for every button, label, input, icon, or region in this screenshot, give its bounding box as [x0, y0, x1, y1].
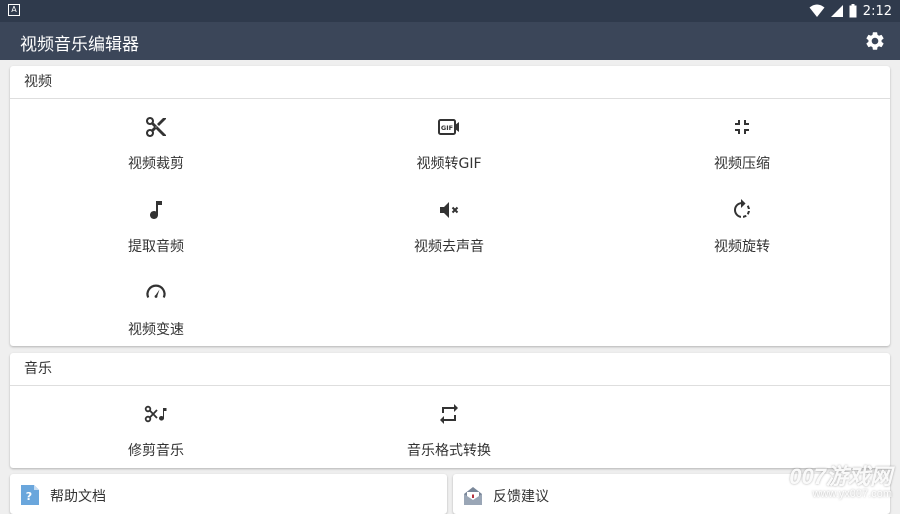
tool-label: 视频裁剪	[128, 156, 184, 172]
help-document-icon: ?	[21, 485, 39, 505]
tool-label: 修剪音乐	[128, 443, 184, 459]
volume-mute-icon	[440, 202, 459, 218]
scissors-icon	[146, 117, 166, 137]
tool-label: 视频压缩	[714, 156, 770, 172]
tool-video-trim[interactable]: 视频裁剪	[36, 115, 276, 195]
repeat-icon	[440, 404, 458, 424]
video-section-card: 视频 视频裁剪 GIF 视频转GIF 视频压缩 提取音频 视频去声音 视频旋转 …	[10, 66, 890, 346]
help-document-label: 帮助文档	[50, 489, 106, 505]
tool-label: 提取音频	[128, 239, 184, 255]
app-bar: 视频音乐编辑器	[0, 22, 900, 60]
wifi-icon	[809, 4, 825, 17]
video-section-header: 视频	[10, 66, 890, 99]
speedometer-icon	[146, 284, 166, 298]
help-document-link[interactable]: ? 帮助文档	[10, 474, 447, 514]
feedback-label: 反馈建议	[493, 489, 549, 505]
app-title: 视频音乐编辑器	[20, 35, 139, 55]
watermark: 007游戏网 www.yx007.com	[789, 464, 892, 501]
app-notification-icon: A	[8, 4, 20, 16]
tool-video-to-gif[interactable]: GIF 视频转GIF	[329, 115, 569, 195]
tool-extract-audio[interactable]: 提取音频	[36, 198, 276, 278]
music-section-header: 音乐	[10, 353, 890, 386]
battery-icon	[849, 4, 857, 18]
svg-text:GIF: GIF	[441, 124, 453, 132]
tool-video-compress[interactable]: 视频压缩	[622, 115, 862, 195]
tool-video-mute[interactable]: 视频去声音	[329, 198, 569, 278]
tool-label: 视频转GIF	[416, 156, 482, 172]
tool-label: 视频变速	[128, 322, 184, 338]
tool-label: 音乐格式转换	[407, 443, 491, 459]
compress-icon	[733, 118, 751, 136]
status-time: 2:12	[862, 3, 892, 19]
music-section-card: 音乐 修剪音乐 音乐格式转换	[10, 353, 890, 468]
rotate-icon	[734, 199, 750, 218]
feedback-mail-icon	[464, 487, 482, 505]
watermark-title: 007游戏网	[789, 464, 892, 489]
tool-music-trim[interactable]: 修剪音乐	[36, 402, 276, 482]
tool-video-speed[interactable]: 视频变速	[36, 281, 276, 361]
tool-label: 视频去声音	[414, 239, 484, 255]
tool-video-rotate[interactable]: 视频旋转	[622, 198, 862, 278]
tool-music-format-convert[interactable]: 音乐格式转换	[329, 402, 569, 482]
status-bar: A 2:12	[0, 0, 900, 22]
bottom-links: ? 帮助文档 反馈建议	[10, 474, 890, 514]
signal-icon	[830, 5, 843, 17]
music-note-icon	[150, 201, 162, 219]
gear-icon[interactable]	[864, 30, 886, 52]
watermark-url: www.yx007.com	[812, 488, 892, 500]
music-cut-icon	[144, 405, 167, 423]
tool-label: 视频旋转	[714, 239, 770, 255]
svg-text:?: ?	[26, 490, 32, 503]
gif-icon: GIF	[438, 119, 459, 135]
